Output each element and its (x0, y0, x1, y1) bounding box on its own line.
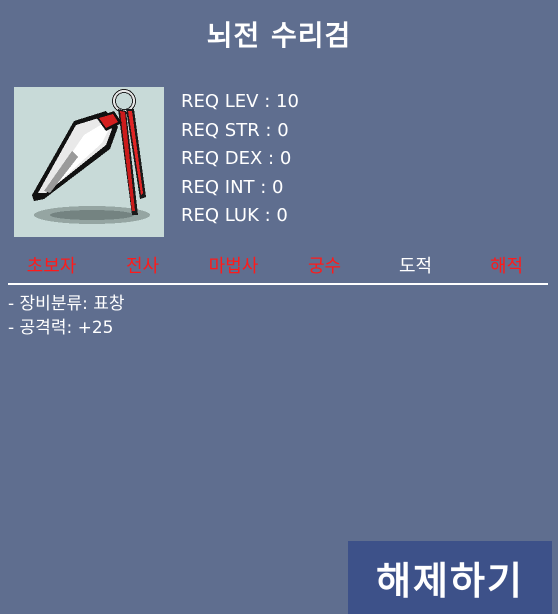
throwing-star-icon (32, 89, 150, 224)
job-bowman: 궁수 (307, 256, 342, 277)
item-image (14, 87, 164, 237)
req-int: REQ INT : 0 (181, 176, 284, 198)
job-beginner: 초보자 (26, 256, 77, 277)
job-list: 초보자 전사 마법사 궁수 도적 해적 (0, 250, 558, 280)
job-magician: 마법사 (208, 256, 259, 277)
stat-attack: - 공격력: +25 (8, 318, 114, 338)
job-thief: 도적 (398, 256, 433, 277)
req-luk: REQ LUK : 0 (181, 205, 288, 226)
req-str: REQ STR : 0 (181, 119, 289, 141)
stats-list: - 장비분류: 표창 - 공격력: +25 (8, 292, 125, 340)
stat-category: - 장비분류: 표창 (8, 294, 125, 314)
req-dex: REQ DEX : 0 (181, 148, 292, 169)
req-level: REQ LEV : 10 (181, 91, 299, 112)
requirements-list: REQ LEV : 10 REQ STR : 0 REQ DEX : 0 REQ… (181, 88, 299, 231)
job-warrior: 전사 (125, 256, 160, 277)
divider (8, 283, 548, 285)
job-pirate: 해적 (489, 256, 524, 277)
release-button[interactable]: 해제하기 (348, 541, 552, 614)
item-name: 뇌전 수리검 (206, 19, 352, 52)
